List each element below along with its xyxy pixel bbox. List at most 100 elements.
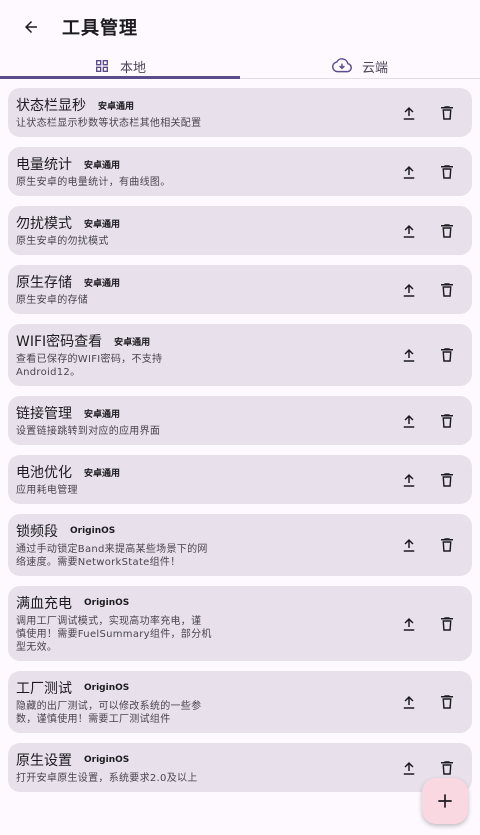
delete-button[interactable] bbox=[438, 759, 456, 777]
tool-tag: 安卓通用 bbox=[98, 101, 135, 112]
page-title: 工具管理 bbox=[62, 18, 138, 39]
tool-description: 原生安卓的存储 bbox=[16, 294, 382, 307]
tool-actions bbox=[400, 455, 456, 504]
tool-card[interactable]: 勿扰模式 安卓通用原生安卓的勿扰模式 bbox=[8, 206, 472, 255]
tool-description-line: 设置链接跳转到对应的应用界面 bbox=[16, 426, 161, 437]
tab-indicator bbox=[0, 76, 240, 79]
upload-icon bbox=[403, 473, 415, 487]
upload-button[interactable] bbox=[400, 693, 418, 711]
tool-card[interactable]: 满血充电 OriginOS 调用工厂调试模式，实现高功率充电，谨 慎使用！需要Fuel… bbox=[8, 586, 472, 661]
trash-icon bbox=[441, 695, 453, 709]
tool-card[interactable]: 工厂测试 OriginOS 隐藏的出厂测试，可以修改系统的一些参 数，谨慎使用！需要工… bbox=[8, 671, 472, 733]
tool-header: 原生存储 安卓通用 bbox=[16, 272, 382, 292]
tool-actions bbox=[400, 671, 456, 733]
tool-name: WIFI密码查看 bbox=[16, 334, 103, 350]
delete-button[interactable] bbox=[438, 412, 456, 430]
upload-button[interactable] bbox=[400, 412, 418, 430]
delete-button[interactable] bbox=[438, 104, 456, 122]
trash-icon bbox=[441, 616, 453, 631]
tool-card[interactable]: 状态栏显秒 安卓通用让状态栏显示秒数等状态栏其他相关配置 bbox=[8, 88, 472, 137]
tool-card[interactable]: 链接管理 安卓通用 设置链接跳转到对应的应用界面 bbox=[8, 396, 472, 445]
upload-button[interactable] bbox=[400, 281, 418, 299]
tool-description: 打开安卓原生设置，系统要求2.0及以上 bbox=[16, 772, 382, 785]
tool-description-line: 调用工厂调试模式，实现高功率充电，谨 bbox=[16, 616, 202, 627]
tool-tag: 安卓通用 bbox=[84, 219, 121, 230]
tool-card[interactable]: 原生存储 安卓通用原生安卓的存储 bbox=[8, 265, 472, 314]
upload-icon bbox=[403, 414, 415, 428]
tool-description: 隐藏的出厂测试，可以修改系统的一些参 数，谨慎使用！需要工厂测试组件 bbox=[16, 700, 382, 726]
delete-button[interactable] bbox=[438, 281, 456, 299]
delete-button[interactable] bbox=[438, 471, 456, 489]
tool-header: 电量统计 安卓通用 bbox=[16, 154, 382, 174]
tool-description-line: 原生安卓的电量统计，有曲线图。 bbox=[16, 177, 171, 188]
upload-icon bbox=[403, 539, 415, 552]
tool-description: 设置链接跳转到对应的应用界面 bbox=[16, 425, 382, 438]
delete-button[interactable] bbox=[438, 163, 456, 181]
tool-description-line: 隐藏的出厂测试，可以修改系统的一些参 bbox=[16, 701, 202, 712]
tool-card[interactable]: WIFI密码查看 安卓通用 查看已保存的WIFI密码，不支持 Android12。 bbox=[8, 324, 472, 386]
tool-name: 勿扰模式 bbox=[16, 216, 72, 232]
tool-name: 状态栏显秒 bbox=[16, 98, 86, 114]
tool-description-line: Android12。 bbox=[16, 367, 81, 378]
trash-icon bbox=[441, 413, 453, 428]
tool-name: 锁频段 bbox=[16, 524, 58, 540]
upload-button[interactable] bbox=[400, 346, 418, 364]
tool-description-line: 型无效。 bbox=[16, 642, 58, 653]
add-tool-button[interactable] bbox=[422, 778, 468, 824]
trash-icon bbox=[441, 223, 453, 238]
upload-icon bbox=[403, 165, 415, 179]
tool-tag: 安卓通用 bbox=[84, 278, 121, 289]
tool-description-line: 打开安卓原生设置，系统要求2.0及以上 bbox=[16, 773, 198, 784]
delete-button[interactable] bbox=[438, 693, 456, 711]
arrow-left-icon bbox=[25, 21, 37, 33]
tool-card[interactable]: 原生设置 OriginOS 打开安卓原生设置，系统要求2.0及以上 bbox=[8, 743, 472, 792]
tool-description-line: 应用耗电管理 bbox=[16, 485, 78, 496]
tool-description: 通过手动锁定Band来提高某些场景下的网 络速度。需要NetworkState组件… bbox=[16, 543, 382, 569]
tool-name: 电池优化 bbox=[16, 465, 72, 481]
upload-button[interactable] bbox=[400, 471, 418, 489]
tab-local-label: 本地 bbox=[119, 60, 146, 76]
delete-button[interactable] bbox=[438, 615, 456, 633]
tool-description: 调用工厂调试模式，实现高功率充电，谨 慎使用！需要FuelSummary组件，部分… bbox=[16, 615, 382, 654]
top-app-bar: 工具管理 bbox=[0, 0, 480, 56]
upload-button[interactable] bbox=[400, 615, 418, 633]
upload-icon bbox=[403, 349, 415, 362]
tab-cloud-label: 云端 bbox=[361, 60, 388, 76]
tool-tag: 安卓通用 bbox=[84, 409, 121, 420]
upload-icon bbox=[403, 696, 415, 709]
delete-button[interactable] bbox=[438, 346, 456, 364]
trash-icon bbox=[441, 105, 453, 120]
tool-card[interactable]: 锁频段 OriginOS 通过手动锁定Band来提高某些场景下的网 络速度。需要Net… bbox=[8, 514, 472, 576]
tool-description-line: 让状态栏显示秒数等状态栏其他相关配置 bbox=[16, 118, 202, 129]
grid-icon bbox=[95, 60, 108, 72]
tool-card[interactable]: 电量统计 安卓通用原生安卓的电量统计，有曲线图。 bbox=[8, 147, 472, 196]
upload-button[interactable] bbox=[400, 163, 418, 181]
tool-description-line: 数，谨慎使用！需要工厂测试组件 bbox=[16, 714, 171, 725]
upload-button[interactable] bbox=[400, 536, 418, 554]
tool-description: 原生安卓的勿扰模式 bbox=[16, 235, 382, 248]
trash-icon bbox=[441, 538, 453, 552]
tool-description-line: 通过手动锁定Band来提高某些场景下的网 bbox=[16, 544, 208, 555]
tool-header: 电池优化 安卓通用 bbox=[16, 462, 382, 482]
upload-icon bbox=[403, 761, 415, 775]
upload-button[interactable] bbox=[400, 759, 418, 777]
tool-tag: OriginOS bbox=[84, 598, 130, 608]
tool-description-line: 原生安卓的存储 bbox=[16, 295, 89, 306]
tool-name: 电量统计 bbox=[16, 157, 72, 173]
tool-header: 原生设置 OriginOS bbox=[16, 750, 382, 770]
tool-header: 勿扰模式 安卓通用 bbox=[16, 213, 382, 233]
trash-icon bbox=[441, 348, 453, 362]
back-button[interactable] bbox=[16, 12, 46, 42]
delete-button[interactable] bbox=[438, 536, 456, 554]
tool-card[interactable]: 电池优化 安卓通用应用耗电管理 bbox=[8, 455, 472, 504]
upload-button[interactable] bbox=[400, 222, 418, 240]
delete-button[interactable] bbox=[438, 222, 456, 240]
cloud-download-icon bbox=[332, 58, 352, 73]
tool-description-line: 慎使用！需要FuelSummary组件，部分机 bbox=[16, 629, 212, 640]
upload-button[interactable] bbox=[400, 104, 418, 122]
tool-tag: OriginOS bbox=[84, 755, 130, 765]
tool-name: 原生设置 bbox=[16, 753, 72, 769]
tool-actions bbox=[400, 88, 456, 137]
tab-cloud[interactable]: 云端 bbox=[240, 52, 480, 80]
tool-description-line: 查看已保存的WIFI密码，不支持 bbox=[16, 354, 163, 365]
